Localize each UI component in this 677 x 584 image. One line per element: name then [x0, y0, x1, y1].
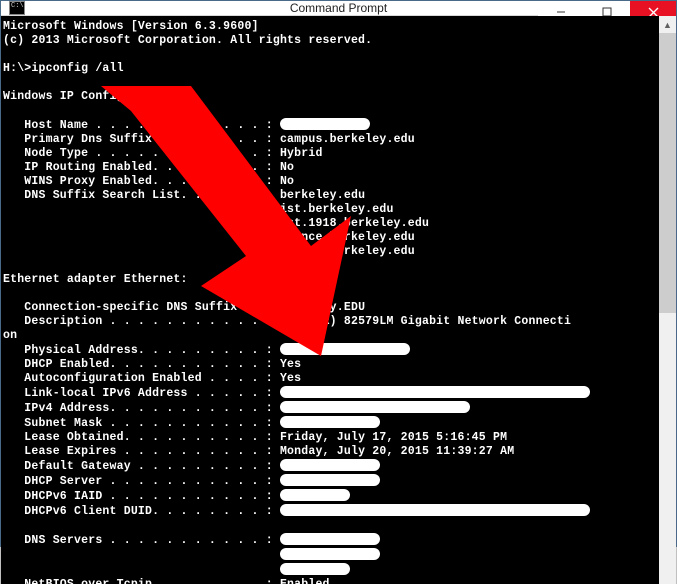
terminal-area: Microsoft Windows [Version 6.3.9600] (c)… [1, 16, 676, 584]
field-label: Default Gateway . . . . . . . . . : [3, 460, 280, 473]
field-value: Friday, July 17, 2015 5:16:45 PM [280, 431, 507, 444]
redacted-value [280, 343, 410, 355]
field-value: Monday, July 20, 2015 11:39:27 AM [280, 445, 514, 458]
field-value: campus.berkeley.edu [3, 245, 415, 258]
field-label: Description . . . . . . . . . . . : [3, 315, 280, 328]
redacted-value [280, 118, 370, 130]
redacted-value [280, 489, 350, 501]
section-header: Windows IP Configuration [3, 90, 173, 103]
field-value: ist.berkeley.edu [3, 203, 394, 216]
field-label: IP Routing Enabled. . . . . . . . : [3, 161, 280, 174]
field-label: Lease Expires . . . . . . . . . . : [3, 445, 280, 458]
line: Microsoft Windows [Version 6.3.9600] [3, 20, 259, 33]
field-value: on [3, 329, 17, 342]
scroll-up-arrow-icon[interactable]: ▲ [659, 16, 676, 33]
field-label: DHCP Enabled. . . . . . . . . . . : [3, 358, 280, 371]
redacted-value [280, 459, 380, 471]
field-label: Node Type . . . . . . . . . . . . : [3, 147, 280, 160]
field-label: DHCPv6 Client DUID. . . . . . . . : [3, 505, 280, 518]
titlebar[interactable]: Command Prompt [1, 1, 676, 16]
section-header: Ethernet adapter Ethernet: [3, 273, 188, 286]
field-value: Yes [280, 372, 301, 385]
cmd-icon [9, 1, 25, 15]
field-value: campus.berkeley.edu [280, 133, 415, 146]
line: (c) 2013 Microsoft Corporation. All righ… [3, 34, 372, 47]
field-value: No [280, 161, 294, 174]
field-label: Subnet Mask . . . . . . . . . . . : [3, 417, 280, 430]
command-prompt-window: Command Prompt Microsoft Windows [Versio… [0, 0, 677, 547]
redacted-value [280, 563, 350, 575]
scroll-down-arrow-icon[interactable]: ▼ [659, 579, 676, 584]
field-value: Berkeley.EDU [280, 301, 365, 314]
field-value: Hybrid [280, 147, 323, 160]
field-label: DNS Suffix Search List. . . . . . : [3, 189, 280, 202]
redacted-value [280, 548, 380, 560]
field-value: No [280, 175, 294, 188]
field-label: Host Name . . . . . . . . . . . . : [3, 119, 280, 132]
vertical-scrollbar[interactable]: ▲ ▼ [659, 16, 676, 584]
field-value: Yes [280, 358, 301, 371]
field-label: Link-local IPv6 Address . . . . . : [3, 387, 280, 400]
window-title: Command Prompt [290, 1, 387, 15]
field-label: DNS Servers . . . . . . . . . . . : [3, 534, 280, 547]
field-value: Intel(R) 82579LM Gigabit Network Connect… [280, 315, 571, 328]
field-label: Lease Obtained. . . . . . . . . . : [3, 431, 280, 444]
redacted-value [280, 474, 380, 486]
field-value: ist.1918.berkeley.edu [3, 217, 429, 230]
field-label: IPv4 Address. . . . . . . . . . . : [3, 402, 280, 415]
field-value: chance.berkeley.edu [3, 231, 415, 244]
field-label: Autoconfiguration Enabled . . . . : [3, 372, 280, 385]
field-label: NetBIOS over Tcpip. . . . . . . . : [3, 578, 280, 584]
field-label: Primary Dns Suffix . . . . . . . : [3, 133, 280, 146]
field-label: DHCP Server . . . . . . . . . . . : [3, 475, 280, 488]
prompt-line: H:\>ipconfig /all [3, 62, 124, 75]
redacted-value [280, 416, 380, 428]
field-label: DHCPv6 IAID . . . . . . . . . . . : [3, 490, 280, 503]
field-label: WINS Proxy Enabled. . . . . . . . : [3, 175, 280, 188]
field-value: berkeley.edu [280, 189, 365, 202]
redacted-value [280, 504, 590, 516]
field-label: Connection-specific DNS Suffix . : [3, 301, 280, 314]
redacted-value [280, 533, 380, 545]
redacted-value [280, 401, 470, 413]
redacted-value [280, 386, 590, 398]
scroll-thumb[interactable] [659, 33, 676, 313]
field-value: Enabled [280, 578, 330, 584]
terminal-output[interactable]: Microsoft Windows [Version 6.3.9600] (c)… [1, 16, 659, 584]
field-label: Physical Address. . . . . . . . . : [3, 344, 280, 357]
